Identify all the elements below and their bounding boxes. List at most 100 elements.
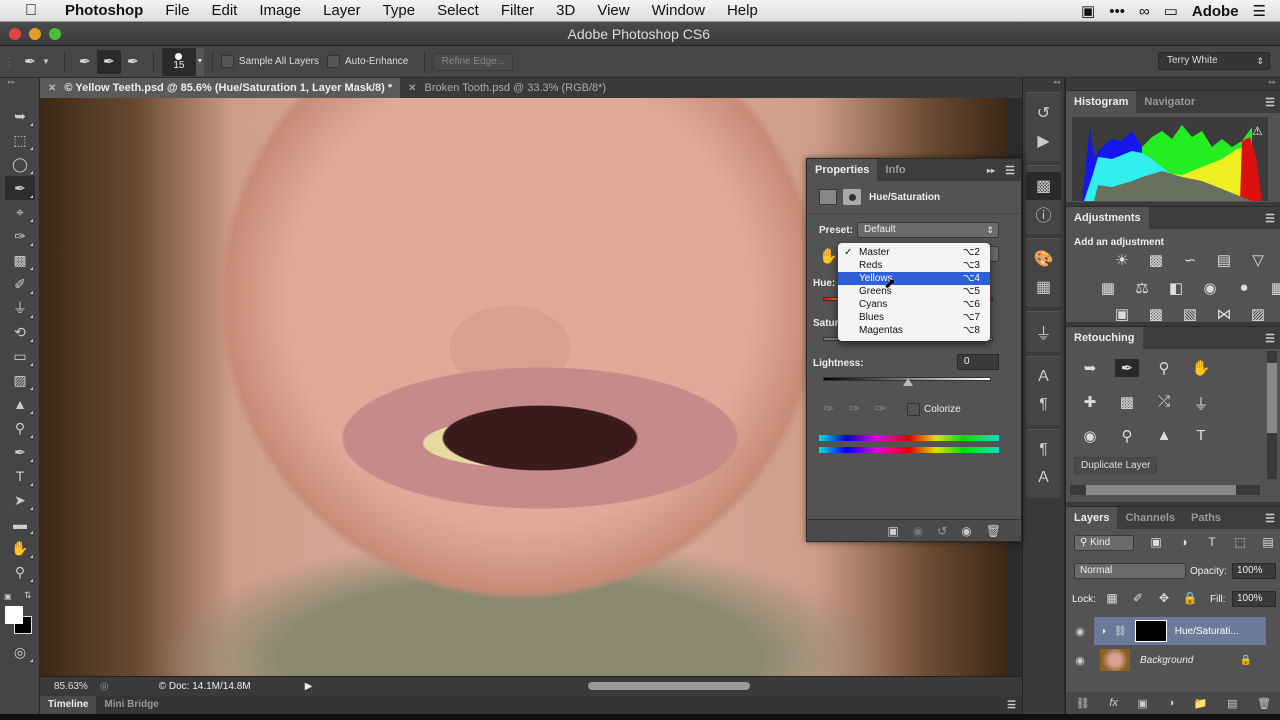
tool-presets-panel-icon[interactable]: ⏚ <box>1026 318 1061 346</box>
channel-mixer-icon[interactable]: ● <box>1232 279 1256 297</box>
layer-name[interactable]: Hue/Saturati... <box>1175 626 1239 637</box>
character-panel-icon[interactable]: A <box>1026 363 1061 391</box>
filter-type-icon[interactable]: T <box>1200 535 1224 549</box>
hue-saturation-icon[interactable]: ▦ <box>1096 279 1120 297</box>
new-selection-icon[interactable]: ✒ <box>73 50 97 74</box>
menu-view[interactable]: View <box>586 2 640 19</box>
lightness-input[interactable]: 0 <box>957 354 999 370</box>
menu-item-yellows[interactable]: Yellows ⌥4 <box>838 272 990 285</box>
paragraph-panel-icon[interactable]: ¶ <box>1026 391 1061 419</box>
add-to-selection-icon[interactable]: ✒ <box>96 49 121 74</box>
spot-healing-tool-icon[interactable]: ▩ <box>5 248 35 272</box>
color-lookup-icon[interactable]: ▦ <box>1266 279 1280 297</box>
tab-histogram[interactable]: Histogram <box>1066 91 1137 113</box>
reset-icon[interactable]: ↺ <box>937 524 947 538</box>
tab-properties[interactable]: Properties <box>807 159 878 181</box>
menu-layer[interactable]: Layer <box>312 2 372 19</box>
preset-select[interactable]: Default ⇕ <box>857 222 999 238</box>
view-previous-state-icon[interactable]: ◉ <box>913 524 923 538</box>
brush-tool-icon[interactable]: ✐ <box>5 272 35 296</box>
more-icon[interactable]: ••• <box>1109 3 1125 20</box>
tab-mini-bridge[interactable]: Mini Bridge <box>96 696 166 714</box>
threshold-icon[interactable]: ▧ <box>1178 305 1202 323</box>
list-icon[interactable]: ☰ <box>1253 2 1266 20</box>
refine-edge-button[interactable]: Refine Edge... <box>433 52 514 71</box>
filter-adjustment-icon[interactable]: ◑ <box>1172 535 1196 549</box>
spot-healing-icon[interactable]: ▩ <box>1115 393 1139 414</box>
zoom-tool-icon[interactable]: ⚲ <box>1152 359 1176 377</box>
lock-transparent-icon[interactable]: ▦ <box>1100 591 1124 605</box>
panel-menu-icon[interactable]: ☰ <box>1265 332 1275 345</box>
menu-item-reds[interactable]: Reds ⌥3 <box>838 259 990 272</box>
tab-yellow-teeth[interactable]: ✕ © Yellow Teeth.psd @ 85.6% (Hue/Satura… <box>40 78 401 98</box>
layer-row-background[interactable]: ◉ Background 🔒 <box>1066 646 1266 674</box>
panel-menu-icon[interactable]: ☰ <box>1265 96 1275 109</box>
history-brush-tool-icon[interactable]: ⟲ <box>5 320 35 344</box>
layer-style-fx-icon[interactable]: fx <box>1109 697 1118 709</box>
menu-item-blues[interactable]: Blues ⌥7 <box>838 311 990 324</box>
quick-mask-icon[interactable]: ◎ <box>5 640 35 664</box>
video-icon[interactable]: ▣ <box>1081 2 1095 20</box>
menu-file[interactable]: File <box>154 2 200 19</box>
eyedropper-plus-icon[interactable]: ✑ <box>849 401 860 417</box>
menu-3d[interactable]: 3D <box>545 2 586 19</box>
dodge-icon[interactable]: ⚲ <box>1115 427 1139 445</box>
hand-tool-icon[interactable]: ✋ <box>5 536 35 560</box>
lightness-slider-thumb[interactable] <box>903 378 913 386</box>
info-panel-icon[interactable]: ⓘ <box>1026 200 1061 228</box>
lock-all-icon[interactable]: 🔒 <box>1178 591 1202 605</box>
menu-item-master[interactable]: ✓ Master ⌥2 <box>838 246 990 259</box>
panel-menu-icon[interactable]: ☰ <box>1265 212 1275 225</box>
menu-filter[interactable]: Filter <box>490 2 545 19</box>
new-layer-icon[interactable]: ▤ <box>1227 697 1237 710</box>
eyedropper-minus-icon[interactable]: ✑ <box>875 401 886 417</box>
move-tool-icon[interactable]: ➥ <box>1078 359 1102 377</box>
horizontal-scrollbar[interactable] <box>1070 485 1260 495</box>
lasso-tool-icon[interactable]: ◯ <box>5 152 35 176</box>
photo-filter-icon[interactable]: ◉ <box>1198 279 1222 297</box>
paragraph-styles-panel-icon[interactable]: ¶ <box>1026 436 1061 464</box>
swap-colors-icon[interactable]: ⇅ <box>24 590 32 601</box>
eye-visibility-icon[interactable]: ◉ <box>1066 654 1094 667</box>
menu-help[interactable]: Help <box>716 2 769 19</box>
adobe-menu[interactable]: Adobe <box>1192 3 1239 20</box>
menu-image[interactable]: Image <box>248 2 312 19</box>
brush-picker-dropdown-icon[interactable]: ▼ <box>195 47 204 76</box>
clip-to-layer-icon[interactable]: ▣ <box>887 524 898 538</box>
collapse-dock-icon[interactable]: ◂◂ <box>1023 78 1064 88</box>
color-panel-icon[interactable]: 🎨 <box>1026 245 1061 273</box>
panel-menu-icon[interactable]: ☰ <box>1007 700 1016 711</box>
layer-row-hue-saturation[interactable]: ◉ ◑ ⛓ Hue/Saturati... <box>1066 617 1266 645</box>
clone-stamp-tool-icon[interactable]: ⏚ <box>5 296 35 320</box>
colorize-checkbox[interactable] <box>907 403 920 416</box>
foreground-color-swatch[interactable] <box>5 606 23 624</box>
eyedropper-tool-icon[interactable]: ✑ <box>5 224 35 248</box>
tab-paths[interactable]: Paths <box>1183 507 1229 529</box>
tab-info[interactable]: Info <box>877 159 913 181</box>
crop-tool-icon[interactable]: ⌖ <box>5 200 35 224</box>
hand-tool-icon[interactable]: ✋ <box>1189 359 1213 377</box>
history-panel-icon[interactable]: ↺ <box>1026 99 1061 127</box>
color-balance-icon[interactable]: ⚖ <box>1130 279 1154 297</box>
tab-adjustments[interactable]: Adjustments <box>1066 207 1149 229</box>
type-icon[interactable]: T <box>1189 427 1213 445</box>
workspace-selector[interactable]: Terry White ⇕ <box>1158 52 1270 70</box>
tool-preset-quick-selection-icon[interactable]: ✒ <box>18 50 42 74</box>
toggle-visibility-eye-icon[interactable]: ◉ <box>961 524 971 538</box>
add-mask-icon[interactable]: ▣ <box>1138 697 1148 710</box>
opacity-input[interactable]: 100% <box>1232 563 1276 579</box>
menu-photoshop[interactable]: Photoshop <box>54 2 154 19</box>
posterize-icon[interactable]: ▩ <box>1144 305 1168 323</box>
fill-input[interactable]: 100% <box>1232 591 1276 607</box>
adjustment-icon[interactable] <box>819 189 837 205</box>
levels-icon[interactable]: ▩ <box>1144 251 1168 269</box>
clone-stamp-icon[interactable]: ⏚ <box>1189 393 1213 414</box>
quick-selection-tool-icon[interactable]: ✒ <box>1115 359 1139 377</box>
quick-selection-tool-icon[interactable]: ✒ <box>5 176 35 200</box>
brightness-contrast-icon[interactable]: ☀ <box>1110 251 1134 269</box>
menu-item-cyans[interactable]: Cyans ⌥6 <box>838 298 990 311</box>
delete-layer-icon[interactable]: 🗑 <box>1257 697 1271 710</box>
path-selection-tool-icon[interactable]: ➤ <box>5 488 35 512</box>
filter-pixel-icon[interactable]: ▣ <box>1144 535 1168 549</box>
layer-name[interactable]: Background <box>1140 655 1193 666</box>
